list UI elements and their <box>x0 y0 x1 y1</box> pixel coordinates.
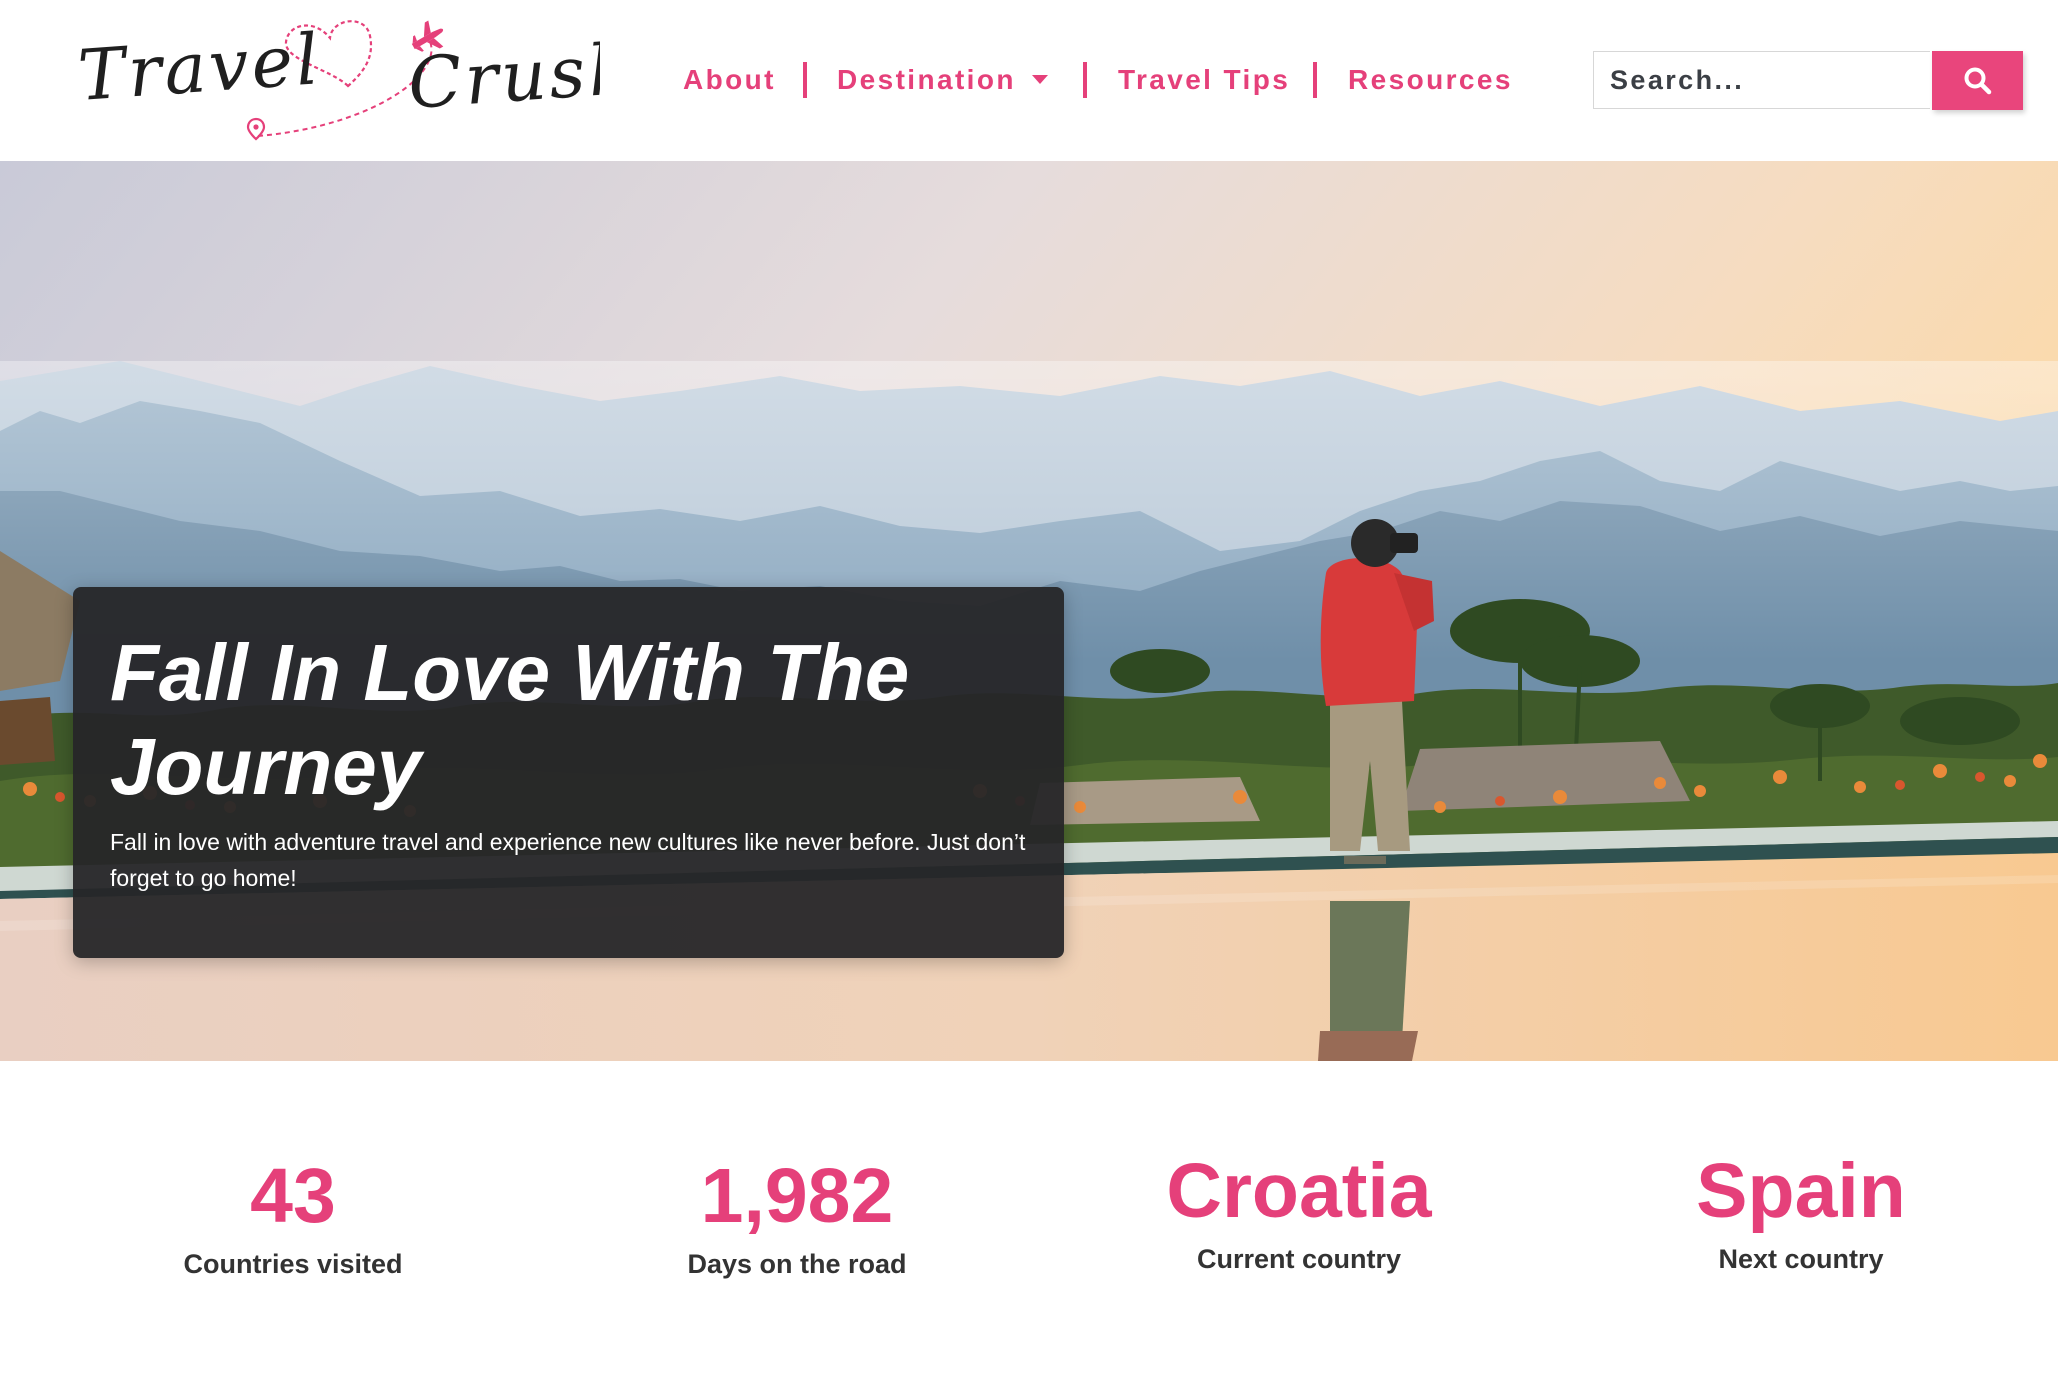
stat-value: 43 <box>250 1153 336 1239</box>
hero-text: Fall in love with adventure travel and e… <box>110 829 1026 891</box>
chevron-down-icon[interactable] <box>1031 75 1048 85</box>
logo-word-crush: Crush <box>405 27 600 125</box>
search-box <box>1593 51 1930 109</box>
search-button[interactable] <box>1932 51 2023 110</box>
nav-separator <box>803 62 807 98</box>
stat-label: Countries visited <box>183 1249 403 1279</box>
stat-value: Spain <box>1696 1148 1906 1234</box>
nav-separator <box>1083 62 1087 98</box>
stat-label: Days on the road <box>687 1249 907 1279</box>
stat-label: Current country <box>1196 1244 1402 1274</box>
site-logo[interactable]: Travel Crush <box>70 8 600 148</box>
stat-countries-visited: 43 Countries visited <box>63 1150 523 1282</box>
nav-item-destination[interactable]: Destination <box>837 60 1048 100</box>
logo-word-travel: Travel <box>75 18 323 117</box>
nav-item-about[interactable]: About <box>683 60 776 100</box>
hero-title: Fall In Love With The Journey <box>110 628 910 811</box>
nav-item-travel-tips[interactable]: Travel Tips <box>1118 60 1290 100</box>
nav-item-destination-label: Destination <box>837 64 1016 95</box>
hero-banner: Fall In Love With The Journey Fall in lo… <box>0 161 2058 1061</box>
nav-separator <box>1313 62 1317 98</box>
stat-value: Croatia <box>1166 1148 1432 1234</box>
stat-label: Next country <box>1718 1244 1884 1274</box>
search-input[interactable] <box>1594 52 1930 108</box>
nav-item-resources[interactable]: Resources <box>1348 60 1513 100</box>
hero-card: Fall In Love With The Journey Fall in lo… <box>73 587 1064 958</box>
stat-next-country: Spain Next country <box>1571 1145 2031 1277</box>
stat-current-country: Croatia Current country <box>1069 1145 1529 1277</box>
stat-value: 1,982 <box>700 1153 894 1239</box>
stat-days-on-road: 1,982 Days on the road <box>567 1150 1027 1282</box>
search-icon <box>1964 67 1992 95</box>
site-header: Travel Crush About Destination Travel Ti… <box>0 0 2058 161</box>
